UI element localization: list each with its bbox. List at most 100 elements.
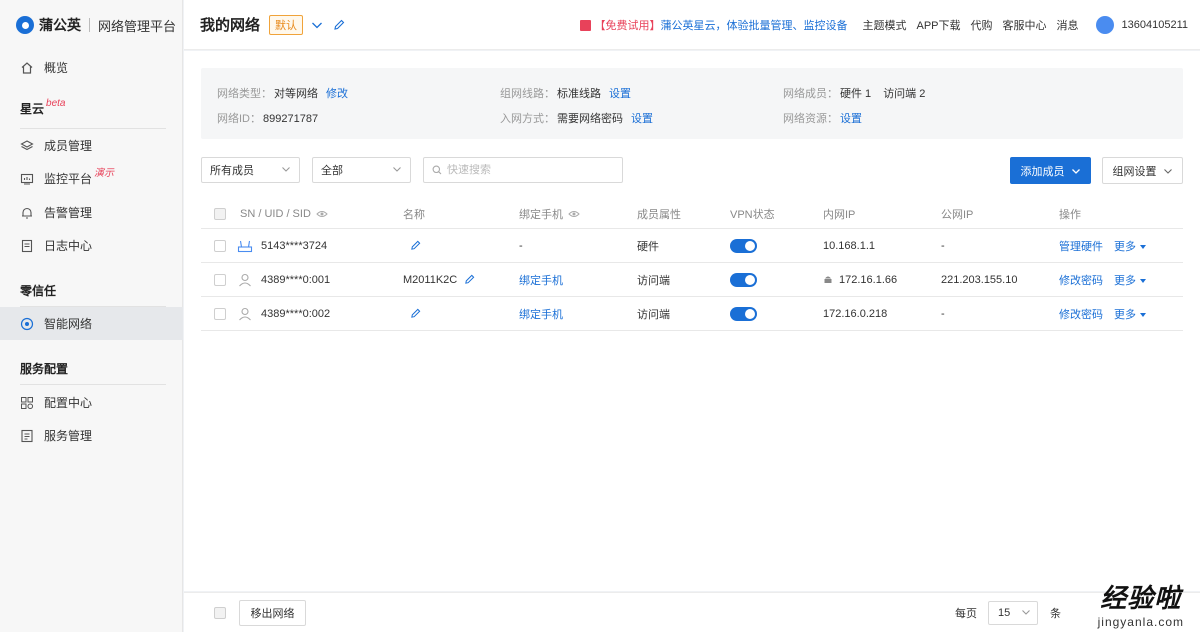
chevron-down-icon	[1163, 166, 1173, 176]
gift-icon	[579, 19, 591, 31]
modify-network-type-link[interactable]: 修改	[326, 88, 348, 100]
row-attr: 访问端	[637, 274, 670, 287]
nav-group-zero-trust: 零信任	[20, 284, 57, 298]
vpn-toggle[interactable]	[730, 272, 757, 287]
change-password-link[interactable]: 修改密码	[1059, 272, 1103, 288]
sidebar-item-members[interactable]: 成员管理	[0, 129, 183, 162]
sidebar-item-label: 概览	[44, 61, 69, 75]
sidebar-item-label: 告警管理	[44, 206, 93, 220]
status-filter-select[interactable]: 全部	[312, 157, 411, 183]
info-line: 组网线路： 标准线路 设置	[500, 88, 631, 100]
row-sn: 4389****0:002	[261, 307, 331, 320]
page-size-select[interactable]: 15	[988, 601, 1038, 625]
promo-link[interactable]: 【免费试用】 蒲公英星云，体验批量管理、监控设备	[579, 17, 848, 33]
monitor-icon	[20, 172, 34, 186]
row-sn: 5143****3724	[261, 239, 328, 252]
info-resources: 网络资源： 设置	[783, 113, 862, 125]
sidebar-item-config-center[interactable]: 配置中心	[0, 386, 183, 419]
main-content: 网络类型： 对等网络 修改 网络ID： 899271787 组网线路： 标准线路 设置 入…	[184, 51, 1200, 591]
avatar[interactable]	[1095, 16, 1114, 34]
bottom-bar: 移出网络 每页 15 条	[184, 592, 1200, 632]
sidebar-item-label: 配置中心	[44, 396, 93, 410]
row-bind: -	[519, 239, 523, 252]
member-filter-select[interactable]: 所有成员	[201, 157, 300, 183]
brand-divider	[89, 18, 90, 32]
col-attr: 成员属性	[637, 208, 681, 221]
network-icon	[20, 317, 34, 331]
edit-icon[interactable]	[410, 308, 421, 319]
edit-icon[interactable]	[464, 274, 475, 285]
more-menu[interactable]: 更多	[1114, 306, 1146, 322]
eye-icon[interactable]	[568, 209, 580, 219]
user-account[interactable]: 13604105211	[1122, 19, 1188, 31]
user-icon	[237, 307, 253, 321]
caret-down-icon	[1140, 278, 1146, 283]
row-checkbox[interactable]	[214, 239, 226, 252]
pagination: 每页 15 条	[955, 593, 1061, 632]
vpn-toggle[interactable]	[730, 306, 757, 321]
move-out-button[interactable]: 移出网络	[239, 600, 306, 626]
layers-icon	[20, 139, 34, 153]
document-icon	[20, 239, 34, 253]
support-link[interactable]: 客服中心	[1003, 17, 1047, 33]
table-row: 5143****3724 - 硬件 10.168.1.1 - 管理硬件 更多	[201, 229, 1183, 263]
table-header: SN / UID / SID 名称 绑定手机 成员属性 VPN状态 内网IP 公…	[201, 199, 1183, 229]
set-resources-link[interactable]: 设置	[840, 113, 862, 125]
bind-phone-link[interactable]: 绑定手机	[519, 272, 563, 288]
col-name: 名称	[403, 208, 425, 221]
purchase-link[interactable]: 代购	[971, 17, 993, 33]
bell-icon	[20, 206, 34, 220]
nav-group-service-config: 服务配置	[20, 362, 69, 376]
per-page-unit: 条	[1050, 608, 1061, 620]
per-page-label: 每页	[955, 608, 977, 620]
sidebar-item-logs[interactable]: 日志中心	[0, 229, 183, 262]
manage-hardware-link[interactable]: 管理硬件	[1059, 238, 1103, 254]
edit-icon[interactable]	[333, 19, 345, 31]
info-members: 网络成员： 硬件 1 访问端 2	[783, 88, 926, 100]
theme-mode-link[interactable]: 主题模式	[863, 17, 907, 33]
platform-name: 网络管理平台	[98, 18, 177, 34]
caret-down-icon	[1140, 312, 1146, 317]
sidebar-item-monitor[interactable]: 监控平台 演示	[0, 162, 183, 195]
search-input[interactable]	[447, 164, 617, 176]
network-settings-button[interactable]: 组网设置	[1102, 157, 1183, 184]
add-member-button[interactable]: 添加成员	[1010, 157, 1091, 184]
sidebar-item-label: 监控平台	[44, 172, 93, 186]
row-sn: 4389****0:001	[261, 273, 331, 286]
select-all-checkbox[interactable]	[214, 207, 226, 220]
vpn-toggle[interactable]	[730, 238, 757, 253]
col-lan-ip: 内网IP	[823, 208, 856, 221]
default-tag: 默认	[269, 14, 304, 35]
chevron-down-icon	[1021, 607, 1031, 620]
brand-name: 蒲公英	[39, 17, 81, 33]
change-password-link[interactable]: 修改密码	[1059, 306, 1103, 322]
set-line-link[interactable]: 设置	[609, 88, 631, 100]
row-wan-ip: -	[941, 239, 945, 252]
set-join-link[interactable]: 设置	[631, 113, 653, 125]
beta-badge: beta	[46, 98, 66, 109]
row-checkbox[interactable]	[214, 307, 226, 320]
sidebar-item-alerts[interactable]: 告警管理	[0, 196, 183, 229]
home-icon	[20, 61, 34, 75]
eye-icon[interactable]	[316, 209, 328, 219]
grid-icon	[20, 396, 34, 410]
chevron-down-icon[interactable]	[311, 19, 323, 31]
more-menu[interactable]: 更多	[1114, 272, 1146, 288]
list-icon	[20, 429, 34, 443]
brand[interactable]: 蒲公英 网络管理平台	[0, 0, 182, 50]
row-lan-ip: 10.168.1.1	[823, 239, 875, 252]
messages-link[interactable]: 消息	[1057, 17, 1079, 33]
bind-phone-link[interactable]: 绑定手机	[519, 306, 563, 322]
sidebar: 蒲公英 网络管理平台 概览 星云 beta 成员管理 监控平台 演示 告警管理 日志	[0, 0, 183, 632]
row-name: M2011K2C	[403, 273, 458, 286]
sidebar-item-overview[interactable]: 概览	[0, 51, 183, 84]
edit-icon[interactable]	[410, 240, 421, 251]
more-menu[interactable]: 更多	[1114, 238, 1146, 254]
col-wan-ip: 公网IP	[941, 208, 974, 221]
sidebar-item-smart-network[interactable]: 智能网络	[0, 307, 183, 340]
sidebar-item-service-mgmt[interactable]: 服务管理	[0, 419, 183, 452]
row-checkbox[interactable]	[214, 273, 226, 286]
info-network-id: 网络ID： 899271787	[217, 113, 319, 125]
app-download-link[interactable]: APP下载	[917, 17, 961, 33]
select-all-checkbox[interactable]	[214, 607, 226, 619]
